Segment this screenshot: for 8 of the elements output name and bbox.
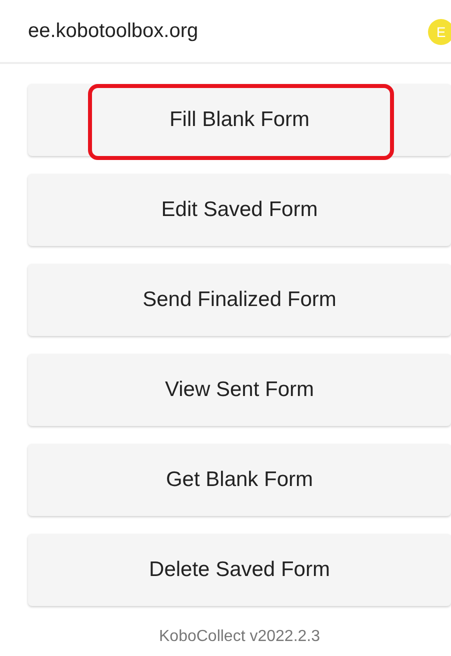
menu-button[interactable]: View Sent Form [28, 354, 451, 426]
menu-button[interactable]: Fill Blank Form [28, 84, 451, 156]
menu-button[interactable]: Get Blank Form [28, 444, 451, 516]
server-title: ee.kobotoolbox.org [28, 20, 198, 42]
menu-button[interactable]: Delete Saved Form [28, 534, 451, 606]
menu-button[interactable]: Edit Saved Form [28, 174, 451, 246]
menu-button[interactable]: Send Finalized Form [28, 264, 451, 336]
version-text: KoboCollect v2022.2.3 [158, 628, 321, 646]
